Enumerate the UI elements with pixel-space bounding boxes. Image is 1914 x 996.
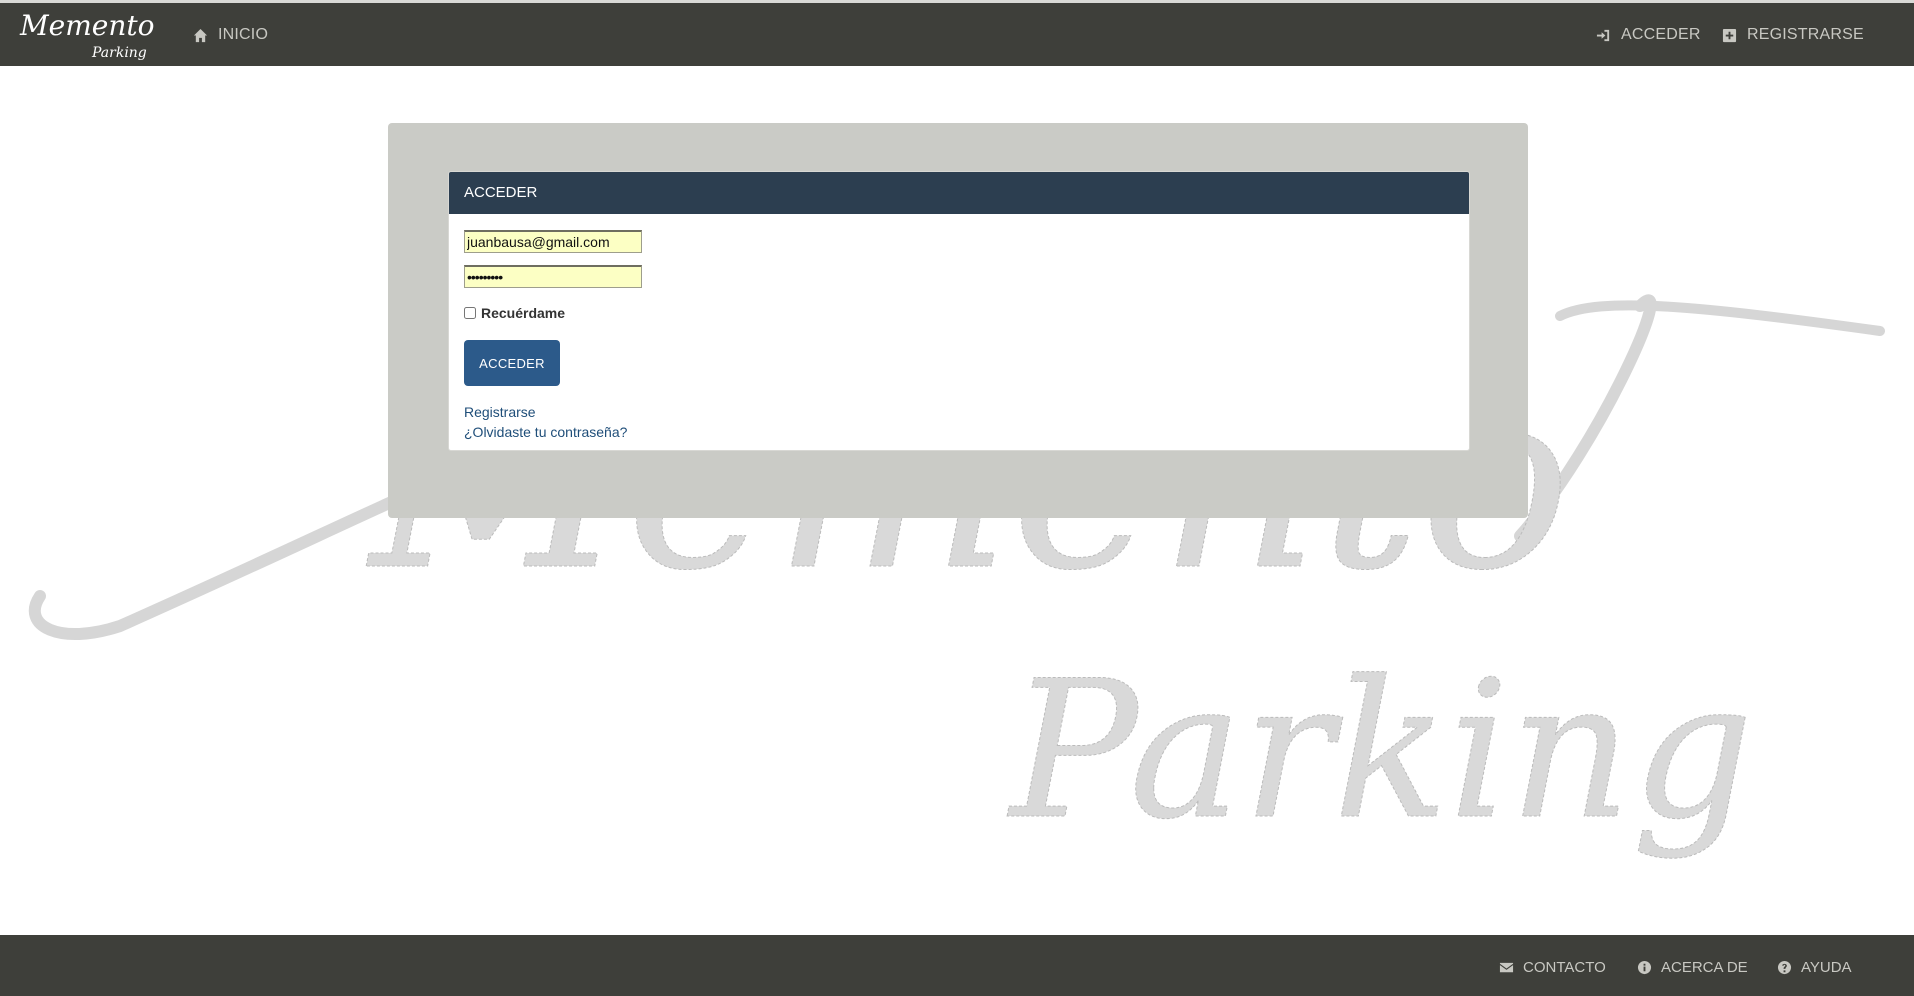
footer-about-label: ACERCA DE — [1661, 959, 1748, 976]
brand-logo[interactable]: Memento Parking — [18, 5, 158, 65]
forgot-password-link[interactable]: ¿Olvidaste tu contraseña? — [464, 424, 627, 440]
footer-contact-label: CONTACTO — [1523, 959, 1606, 976]
nav-register-label: REGISTRARSE — [1747, 26, 1864, 43]
footer-about[interactable]: ACERCA DE — [1637, 959, 1748, 976]
remember-me-label: Recuérdame — [481, 305, 566, 321]
sign-in-icon — [1596, 29, 1610, 41]
footer-bar: CONTACTO ACERCA DE AYUDA — [0, 935, 1914, 996]
remember-me[interactable]: Recuérdame — [464, 305, 565, 321]
footer-contact[interactable]: CONTACTO — [1499, 959, 1606, 976]
login-card: ACCEDER Recuérdame ACCEDER Registrarse ¿… — [448, 171, 1470, 451]
home-icon — [193, 28, 208, 42]
nav-login[interactable]: ACCEDER — [1596, 26, 1701, 44]
nav-home[interactable]: INICIO — [193, 26, 268, 44]
footer-help[interactable]: AYUDA — [1777, 959, 1852, 976]
plus-square-icon — [1722, 28, 1737, 42]
login-card-title: ACCEDER — [449, 172, 1469, 214]
login-submit-button[interactable]: ACCEDER — [464, 340, 560, 386]
svg-text:Parking: Parking — [1007, 640, 1753, 861]
nav-home-label: INICIO — [218, 26, 269, 43]
svg-text:Memento: Memento — [19, 9, 155, 42]
info-circle-icon — [1637, 960, 1652, 975]
password-field[interactable] — [464, 265, 642, 288]
svg-text:Parking: Parking — [91, 45, 147, 61]
nav-register[interactable]: REGISTRARSE — [1722, 26, 1864, 44]
remember-me-checkbox[interactable] — [464, 307, 476, 319]
nav-login-label: ACCEDER — [1621, 26, 1701, 43]
register-link[interactable]: Registrarse — [464, 404, 536, 420]
email-field[interactable] — [464, 230, 642, 253]
footer-help-label: AYUDA — [1801, 959, 1852, 976]
top-navbar: Memento Parking INICIO ACCEDER REGISTRAR… — [0, 0, 1914, 66]
question-circle-icon — [1777, 960, 1792, 975]
envelope-icon — [1499, 962, 1514, 973]
login-panel: ACCEDER Recuérdame ACCEDER Registrarse ¿… — [388, 123, 1528, 518]
